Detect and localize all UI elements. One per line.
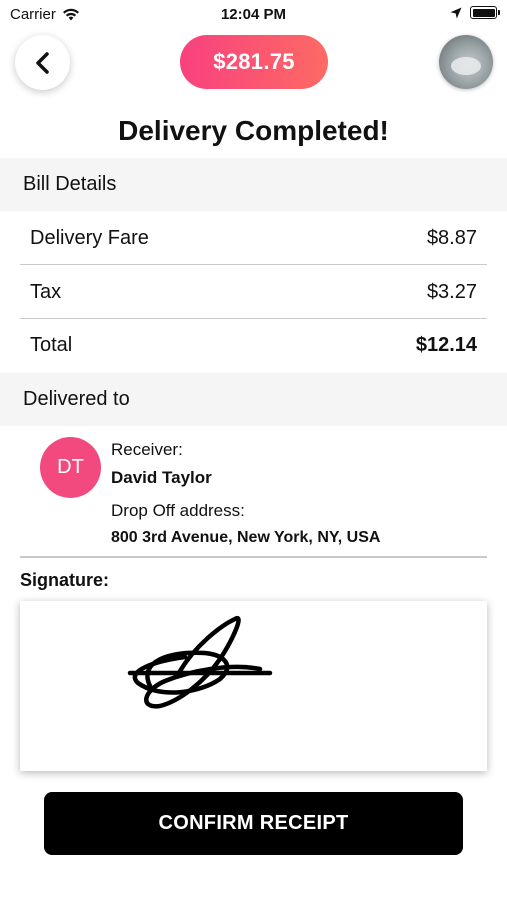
bill-row-tax: Tax $3.27 <box>20 266 487 319</box>
bill-row-delivery-fare: Delivery Fare $8.87 <box>20 212 487 265</box>
battery-icon <box>470 6 500 19</box>
profile-avatar[interactable] <box>439 35 493 89</box>
signature-drawing <box>127 615 273 709</box>
bill-row-value: $3.27 <box>426 280 477 303</box>
bill-row-label: Delivery Fare <box>30 226 149 249</box>
confirm-receipt-label: CONFIRM RECEIPT <box>158 812 349 834</box>
bill-details-header: Bill Details <box>0 158 507 211</box>
location-arrow-icon <box>450 7 462 18</box>
delivered-to-title: Delivered to <box>23 388 130 410</box>
earnings-amount-badge: $281.75 <box>180 35 328 89</box>
bill-details-title: Bill Details <box>23 173 117 195</box>
receiver-name: David Taylor <box>111 468 212 487</box>
bill-row-label: Total <box>30 334 73 356</box>
chevron-left-icon <box>35 51 49 74</box>
bill-row-total: Total $12.14 <box>20 319 487 372</box>
back-button[interactable] <box>15 35 70 90</box>
drop-off-address: 800 3rd Avenue, New York, NY, USA <box>111 529 381 546</box>
confirm-receipt-button[interactable]: CONFIRM RECEIPT <box>44 792 463 855</box>
status-right-icons <box>450 6 500 19</box>
page-title: Delivery Completed! <box>118 115 389 146</box>
avatar-photo-shape <box>451 57 481 75</box>
bill-row-value: $12.14 <box>415 334 477 356</box>
status-time: 12:04 PM <box>220 6 287 23</box>
signature-label: Signature: <box>20 570 110 590</box>
receiver-avatar: DT <box>40 437 101 498</box>
earnings-amount: $281.75 <box>213 49 295 74</box>
receiver-label: Receiver: <box>111 440 183 459</box>
status-bar: Carrier 12:04 PM <box>0 0 507 28</box>
drop-off-address-label: Drop Off address: <box>111 501 245 520</box>
bill-row-label: Tax <box>30 280 62 303</box>
delivered-divider <box>20 556 487 558</box>
signature-pad[interactable] <box>20 601 487 771</box>
delivered-to-header: Delivered to <box>0 373 507 426</box>
receiver-initials: DT <box>57 456 84 478</box>
bill-row-value: $8.87 <box>426 226 477 249</box>
